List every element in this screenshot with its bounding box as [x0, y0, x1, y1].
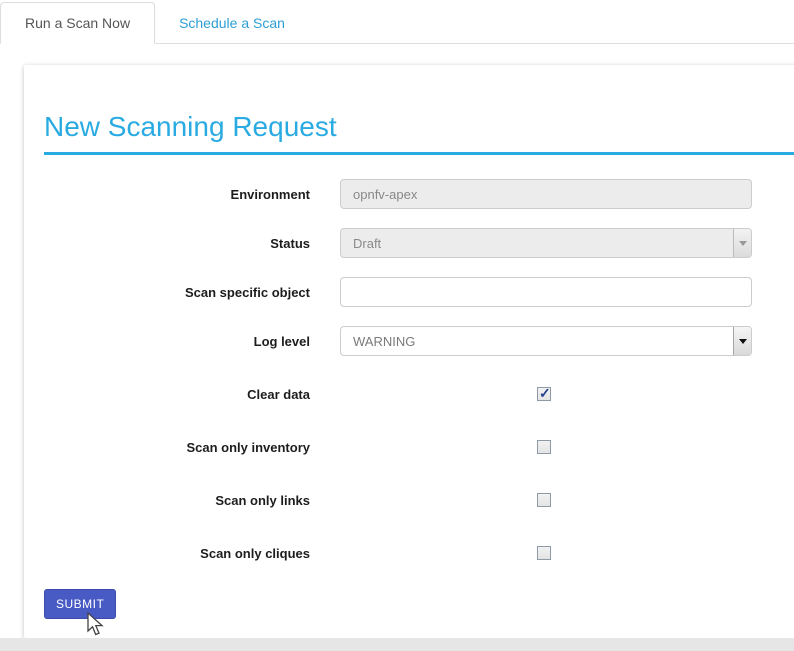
chevron-down-icon[interactable]	[733, 327, 751, 355]
scan-only-links-checkbox[interactable]	[537, 493, 551, 507]
scan-specific-object-row: Scan specific object	[44, 277, 784, 307]
log-level-label: Log level	[44, 334, 310, 349]
status-label: Status	[44, 236, 310, 251]
status-select: Draft	[340, 228, 752, 258]
scan-only-links-label: Scan only links	[44, 493, 310, 508]
page-title: New Scanning Request	[44, 111, 794, 155]
submit-button[interactable]: SUBMIT	[44, 589, 116, 619]
environment-row: Environment	[44, 179, 784, 209]
scan-only-inventory-checkbox[interactable]	[537, 440, 551, 454]
scan-only-inventory-row: Scan only inventory	[44, 439, 784, 455]
scan-request-form: Environment Status Draft Scan specific o…	[44, 179, 784, 619]
tab-schedule-a-scan[interactable]: Schedule a Scan	[163, 3, 301, 43]
clear-data-label: Clear data	[44, 387, 310, 402]
log-level-select[interactable]: WARNING	[340, 326, 752, 356]
scan-specific-object-label: Scan specific object	[44, 285, 310, 300]
scan-only-cliques-row: Scan only cliques	[44, 545, 784, 561]
clear-data-row: Clear data	[44, 386, 784, 402]
tab-run-a-scan-now[interactable]: Run a Scan Now	[0, 2, 155, 44]
scan-specific-object-field[interactable]	[340, 277, 752, 307]
scan-request-panel: New Scanning Request Environment Status …	[24, 65, 794, 638]
chevron-down-icon	[733, 229, 751, 257]
status-select-value: Draft	[341, 236, 733, 251]
scan-only-links-row: Scan only links	[44, 492, 784, 508]
scan-only-cliques-checkbox[interactable]	[537, 546, 551, 560]
scan-only-cliques-label: Scan only cliques	[44, 546, 310, 561]
tab-bar: Run a Scan Now Schedule a Scan	[0, 0, 794, 44]
status-row: Status Draft	[44, 228, 784, 258]
environment-field	[340, 179, 752, 209]
environment-label: Environment	[44, 187, 310, 202]
log-level-select-value: WARNING	[341, 334, 733, 349]
log-level-row: Log level WARNING	[44, 326, 784, 356]
clear-data-checkbox[interactable]	[537, 387, 551, 401]
page-background-strip	[0, 638, 794, 651]
scan-only-inventory-label: Scan only inventory	[44, 440, 310, 455]
